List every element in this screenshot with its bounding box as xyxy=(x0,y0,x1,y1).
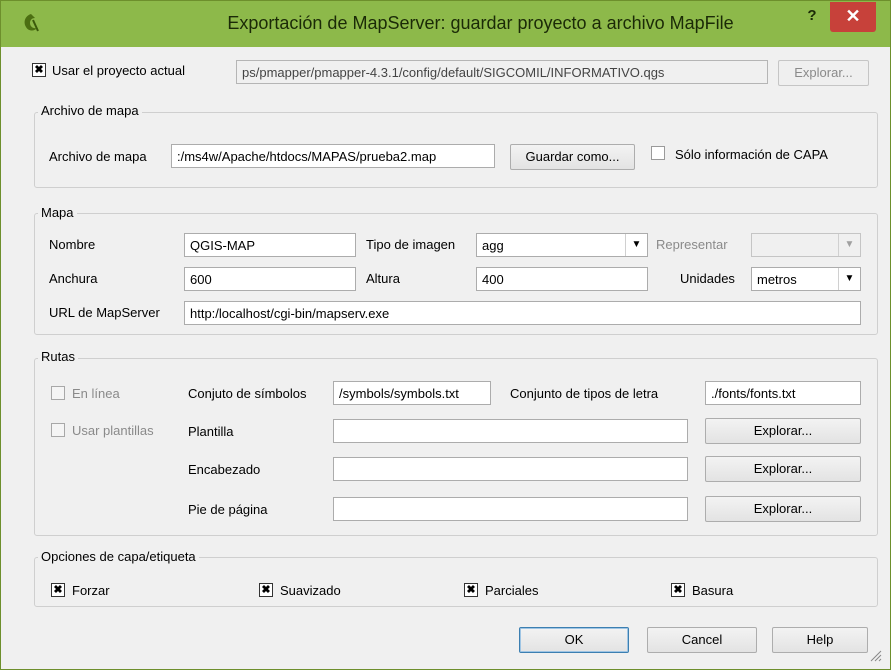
map-file-label: Archivo de mapa xyxy=(49,149,147,164)
partials-checkbox[interactable]: ✖ xyxy=(464,583,478,597)
force-checkbox[interactable]: ✖ xyxy=(51,583,65,597)
close-button[interactable]: ✕ xyxy=(830,2,876,32)
layer-info-only-checkbox[interactable] xyxy=(651,146,665,160)
image-type-value: agg xyxy=(482,238,504,253)
use-current-project-checkbox[interactable]: ✖ xyxy=(32,63,46,77)
map-width-input[interactable]: 600 xyxy=(184,267,356,291)
footer-label: Pie de página xyxy=(188,502,268,517)
dump-label: Basura xyxy=(692,583,734,598)
header-input[interactable] xyxy=(333,457,688,481)
close-icon: ✕ xyxy=(845,6,861,26)
save-as-button[interactable]: Guardar como... xyxy=(510,144,635,170)
map-height-label: Altura xyxy=(366,271,400,286)
image-type-label: Tipo de imagen xyxy=(366,237,456,252)
map-name-input[interactable]: QGIS-MAP xyxy=(184,233,356,257)
footer-input[interactable] xyxy=(333,497,688,521)
units-value: metros xyxy=(757,272,797,287)
resize-grip-icon[interactable] xyxy=(868,648,882,662)
force-label: Forzar xyxy=(72,583,110,598)
units-label: Unidades xyxy=(680,271,735,286)
help-button[interactable]: Help xyxy=(772,627,868,653)
map-file-group-title: Archivo de mapa xyxy=(38,103,142,118)
project-browse-button[interactable]: Explorar... xyxy=(778,60,869,86)
mapserver-url-label: URL de MapServer xyxy=(49,305,160,320)
ok-button[interactable]: OK xyxy=(519,627,629,653)
window-title: Exportación de MapServer: guardar proyec… xyxy=(227,13,734,33)
mapserver-url-input[interactable]: http:/localhost/cgi-bin/mapserv.exe xyxy=(184,301,861,325)
chevron-down-icon: ▼ xyxy=(838,234,860,256)
map-width-label: Anchura xyxy=(49,271,98,286)
fonts-input[interactable]: ./fonts/fonts.txt xyxy=(705,381,861,405)
antialias-label: Suavizado xyxy=(280,583,341,598)
template-label: Plantilla xyxy=(188,424,234,439)
layer-options-group-title: Opciones de capa/etiqueta xyxy=(38,549,199,564)
online-label: En línea xyxy=(72,386,120,401)
image-type-select[interactable]: agg ▼ xyxy=(476,233,648,257)
map-height-input[interactable]: 400 xyxy=(476,267,648,291)
map-file-path-input[interactable]: :/ms4w/Apache/htdocs/MAPAS/prueba2.map xyxy=(171,144,495,168)
fonts-label: Conjunto de tipos de letra xyxy=(510,386,659,401)
symbols-input[interactable]: /symbols/symbols.txt xyxy=(333,381,491,405)
dialog-body: ✖ Usar el proyecto actual ps/pmapper/pma… xyxy=(8,47,884,664)
header-browse-button[interactable]: Explorar... xyxy=(705,456,861,482)
render-select[interactable]: ▼ xyxy=(751,233,861,257)
use-templates-checkbox[interactable] xyxy=(51,423,65,437)
paths-group-title: Rutas xyxy=(38,349,78,364)
use-templates-label: Usar plantillas xyxy=(72,423,154,438)
use-current-project-label: Usar el proyecto actual xyxy=(52,63,185,78)
dump-checkbox[interactable]: ✖ xyxy=(671,583,685,597)
online-checkbox[interactable] xyxy=(51,386,65,400)
chevron-down-icon: ▼ xyxy=(838,268,860,290)
context-help-button[interactable]: ? xyxy=(801,7,823,29)
footer-browse-button[interactable]: Explorar... xyxy=(705,496,861,522)
template-input[interactable] xyxy=(333,419,688,443)
cancel-button[interactable]: Cancel xyxy=(647,627,757,653)
map-name-label: Nombre xyxy=(49,237,96,252)
layer-info-only-label: Sólo información de CAPA xyxy=(675,147,828,162)
title-bar[interactable]: Exportación de MapServer: guardar proyec… xyxy=(1,1,890,47)
map-group-title: Mapa xyxy=(38,205,77,220)
layer-options-group xyxy=(34,557,878,607)
mapserver-export-dialog: Exportación de MapServer: guardar proyec… xyxy=(0,0,891,670)
partials-label: Parciales xyxy=(485,583,539,598)
project-path-field[interactable]: ps/pmapper/pmapper-4.3.1/config/default/… xyxy=(236,60,768,84)
chevron-down-icon: ▼ xyxy=(625,234,647,256)
render-label: Representar xyxy=(656,237,728,252)
antialias-checkbox[interactable]: ✖ xyxy=(259,583,273,597)
units-select[interactable]: metros ▼ xyxy=(751,267,861,291)
template-browse-button[interactable]: Explorar... xyxy=(705,418,861,444)
header-label: Encabezado xyxy=(188,462,261,477)
symbols-label: Conjuto de símbolos xyxy=(188,386,307,401)
